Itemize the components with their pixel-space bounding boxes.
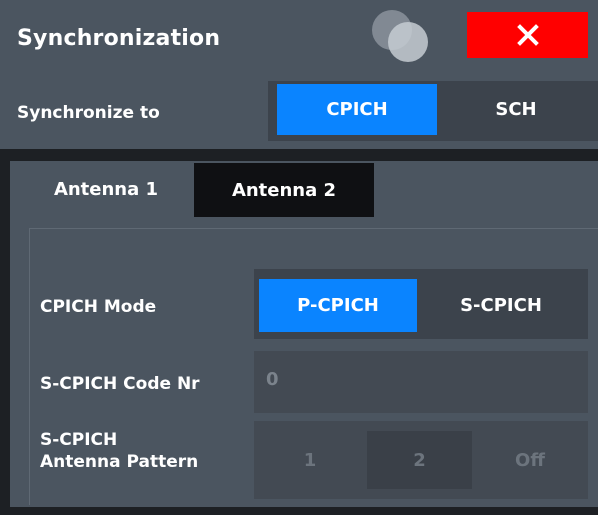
sync-option-cpich[interactable]: CPICH [277,84,437,135]
dialog-title: Synchronization [17,26,221,51]
pattern-option-1[interactable]: 1 [262,431,358,489]
close-icon [516,24,539,46]
overlap-bubbles-icon [372,8,434,70]
synchronize-to-label: Synchronize to [17,103,160,123]
pattern-option-2[interactable]: 2 [367,431,472,489]
sync-option-sch[interactable]: SCH [446,84,586,135]
tab-antenna-1[interactable]: Antenna 1 [22,161,190,218]
s-cpich-code-nr-field[interactable] [254,351,588,413]
tab-antenna-2[interactable]: Antenna 2 [194,163,374,217]
synchronization-dialog: Synchronization Synchronize to CPICH SCH… [0,0,598,515]
cpich-mode-option-p-cpich[interactable]: P-CPICH [259,279,417,332]
s-cpich-code-nr-value: 0 [266,369,279,390]
cpich-mode-option-s-cpich[interactable]: S-CPICH [424,279,578,332]
pattern-label-line-2: Antenna Pattern [40,452,199,472]
close-button[interactable] [467,12,588,58]
cpich-mode-label: CPICH Mode [40,297,157,317]
s-cpich-antenna-pattern-label: S-CPICH Antenna Pattern [40,429,198,473]
s-cpich-code-nr-label: S-CPICH Code Nr [40,374,200,394]
pattern-label-line-1: S-CPICH [40,430,118,450]
title-bar[interactable]: Synchronization [0,0,598,79]
pattern-option-off[interactable]: Off [480,431,580,489]
